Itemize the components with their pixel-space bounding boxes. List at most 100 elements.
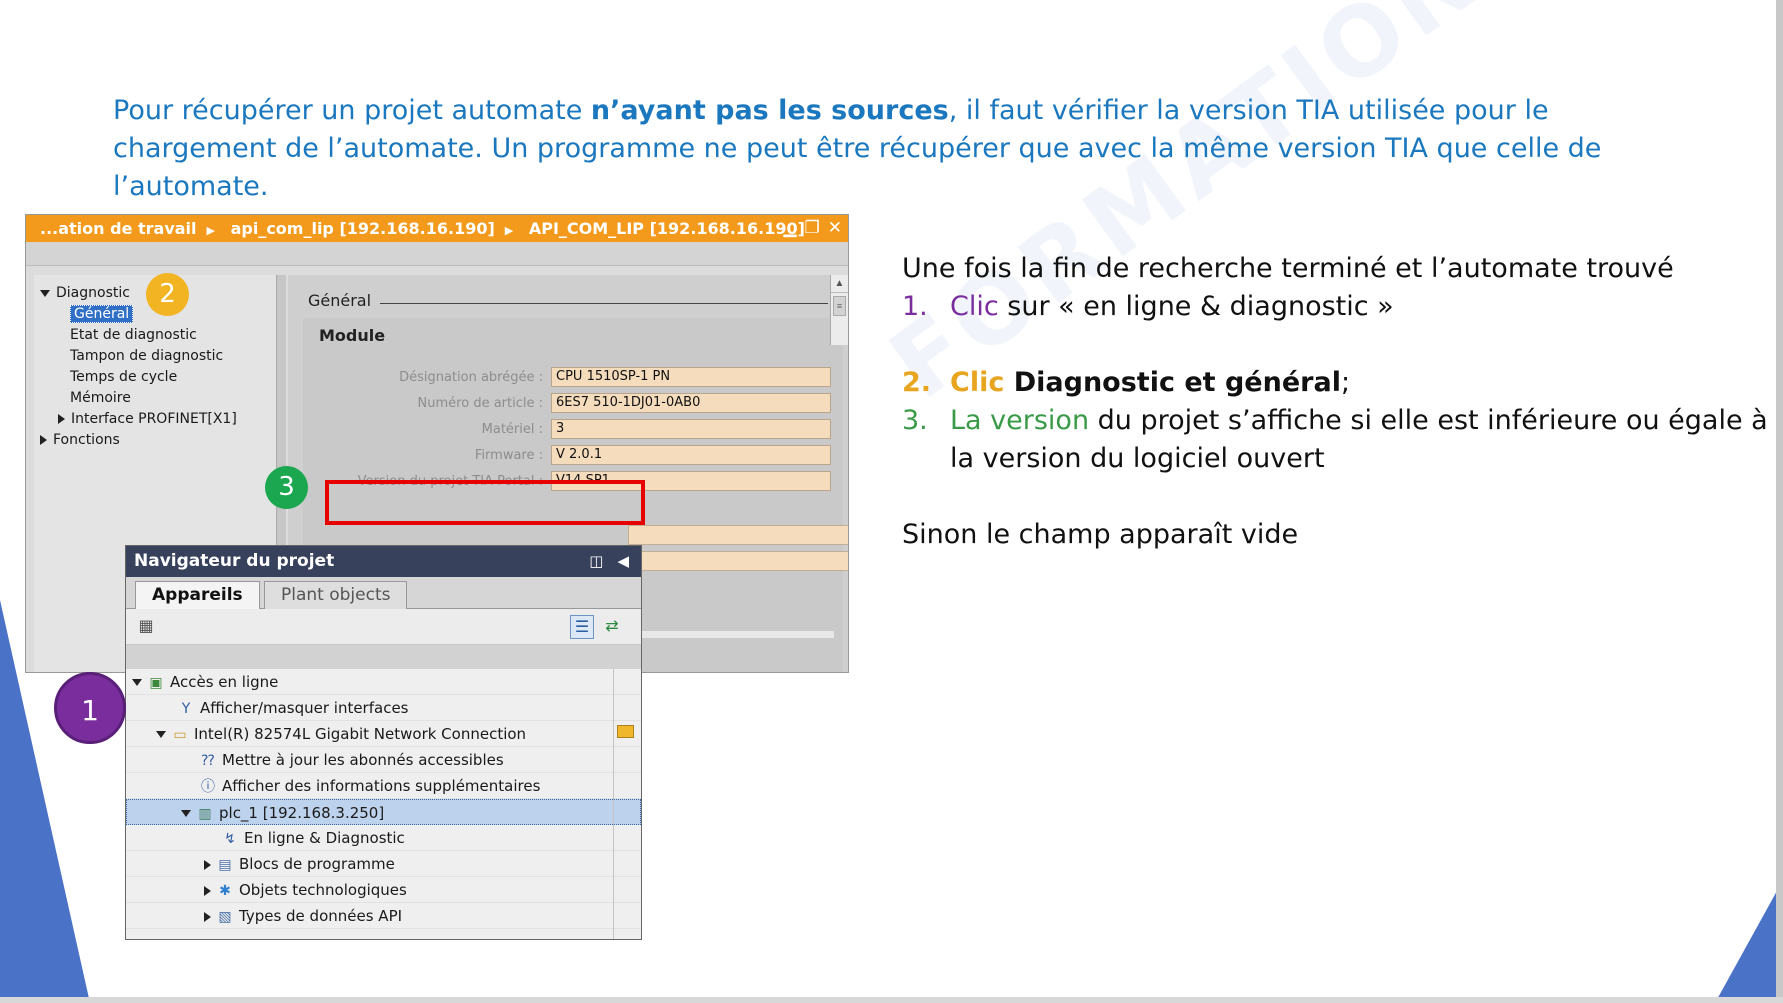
nav-row-tech-objects[interactable]: ✱ Objets technologiques [126,877,641,903]
nav-row-online-diagnostics[interactable]: ↯ En ligne & Diagnostic [126,825,641,851]
expand-down-icon[interactable] [181,810,191,817]
nav-row-show-interfaces[interactable]: Y Afficher/masquer interfaces [126,695,641,721]
tree-item-label: Mémoire [70,390,131,406]
expand-down-icon[interactable] [40,289,50,297]
highlight-box [325,480,645,525]
tree-item-general[interactable]: Général [70,304,134,324]
tree-item-label: Fonctions [53,432,120,448]
field-firmware: Firmware : V 2.0.1 [303,445,843,466]
nav-row-label: Afficher/masquer interfaces [200,699,409,717]
empty-field[interactable] [628,551,848,571]
tree-item-label: Tampon de diagnostic [70,348,224,364]
step-keyword: La version [950,405,1090,436]
program-blocks-icon: ▤ [218,857,232,873]
navigator-toolbar: ▦ ☰ ⇄ [126,609,641,645]
window-controls: ▁ ❐ ✕ [783,215,842,242]
tree-item-diagnostic-state[interactable]: Etat de diagnostic [70,325,197,345]
scroll-thumb[interactable]: ≡ [833,296,846,316]
navigator-title: Navigateur du projet [134,551,335,571]
expand-right-icon[interactable] [204,885,211,896]
interface-icon: Y [181,701,191,717]
split-view-icon[interactable]: ◫ [589,546,603,577]
field-value[interactable]: V 2.0.1 [551,445,831,465]
tree-item-label: Temps de cycle [70,369,178,385]
synchronize-icon[interactable]: ⇄ [600,615,624,639]
field-value[interactable]: 6ES7 510-1DJ01-0AB0 [551,393,831,413]
vertical-scrollbar[interactable]: ▲ ≡ [830,275,848,345]
expand-right-icon[interactable] [204,859,211,870]
expand-down-icon[interactable] [156,731,166,738]
data-types-icon: ▧ [218,909,232,925]
section-title: Général [308,291,372,310]
breadcrumb-workstation[interactable]: ...ation de travail [40,219,197,238]
nav-row-label: Accès en ligne [170,673,279,691]
close-icon[interactable]: ✕ [828,215,842,242]
navigator-title-icons: ◫ ◀ [589,546,629,577]
step-number: 2. [902,367,932,398]
expand-down-icon[interactable] [132,679,142,686]
intro-bold: n’ayant pas les sources [590,95,949,126]
nav-row-label: Objets technologiques [239,881,407,899]
expand-right-icon[interactable] [40,435,47,445]
expand-right-icon[interactable] [204,911,211,922]
status-flag-icon [617,725,634,738]
scroll-up-icon[interactable]: ▲ [831,275,848,293]
tree-item-functions[interactable]: Fonctions [40,430,120,450]
tree-item-cycle-time[interactable]: Temps de cycle [70,367,177,387]
restore-icon[interactable]: ❐ [805,215,820,242]
nav-row-update-nodes[interactable]: ⁇ Mettre à jour les abonnés accessibles [126,747,641,773]
nav-row-label: En ligne & Diagnostic [244,829,405,847]
divider [380,303,828,304]
slide-edge [0,997,1783,1003]
expand-right-icon[interactable] [58,414,65,424]
breadcrumb-device[interactable]: api_com_lip [192.168.16.190] [231,219,495,238]
tree-item-label: Interface PROFINET[X1] [71,411,237,427]
step-keyword: Clic [950,367,1005,398]
tree-item-profinet[interactable]: Interface PROFINET[X1] [58,409,237,429]
breadcrumb-separator-icon: ▶ [206,224,215,237]
step-number: 3. [902,405,928,436]
detail-view-icon[interactable]: ☰ [570,615,594,639]
intro-paragraph: Pour récupérer un projet automate n’ayan… [113,92,1673,206]
nav-row-plc[interactable]: ▥ plc_1 [192.168.3.250] [126,799,641,825]
instruction-step-2: 2. Clic Diagnostic et général; [902,364,1772,402]
nav-row-more-info[interactable]: ⓘ Afficher des informations supplémentair… [126,773,641,799]
tab-appareils[interactable]: Appareils [135,581,260,610]
breadcrumb-plc[interactable]: API_COM_LIP [192.168.16.190] [529,219,805,238]
slide-edge [1776,0,1783,1003]
minimize-icon[interactable]: ▁ [783,215,796,242]
field-value[interactable]: CPU 1510SP-1 PN [551,367,831,387]
navigator-tabs: Appareils Plant objects [126,577,641,610]
nav-row-network-adapter[interactable]: ▭ Intel(R) 82574L Gigabit Network Connect… [126,721,641,747]
instruction-step-1: 1. Clic sur « en ligne & diagnostic » [902,288,1772,326]
tree-item-label: Diagnostic [56,285,130,301]
folder-online-icon: ▣ [149,675,163,691]
nav-row-label: Intel(R) 82574L Gigabit Network Connecti… [194,725,527,743]
nav-row-online-access[interactable]: ▣ Accès en ligne [126,669,641,695]
collapse-left-icon[interactable]: ◀ [617,546,629,577]
navigator-spacer [126,645,641,669]
tree-item-memory[interactable]: Mémoire [70,388,131,408]
empty-field[interactable] [628,525,848,545]
field-value[interactable]: 3 [551,419,831,439]
step-number: 1. [902,291,928,322]
step-text: Diagnostic et général [1004,367,1341,398]
field-short-designation: Désignation abrégée : CPU 1510SP-1 PN [303,367,843,388]
column-divider [613,669,614,939]
step-badge-1: 1 [54,672,126,744]
tree-item-diagnostic[interactable]: Diagnostic [40,283,130,303]
tree-item-diagnostic-buffer[interactable]: Tampon de diagnostic [70,346,223,366]
step-keyword: Clic [950,291,999,322]
table-properties-icon[interactable]: ▦ [134,615,158,639]
breadcrumb-separator-icon: ▶ [504,224,514,237]
tab-plant-objects[interactable]: Plant objects [264,581,408,609]
nav-row-program-blocks[interactable]: ▤ Blocs de programme [126,851,641,877]
tree-item-label: Etat de diagnostic [70,327,197,343]
update-nodes-icon: ⁇ [201,753,215,769]
nav-row-label: Afficher des informations supplémentaire… [222,777,541,795]
field-label: Matériel : [481,422,543,437]
info-nodes-icon: ⓘ [201,779,215,795]
nav-row-data-types[interactable]: ▧ Types de données API [126,903,641,929]
